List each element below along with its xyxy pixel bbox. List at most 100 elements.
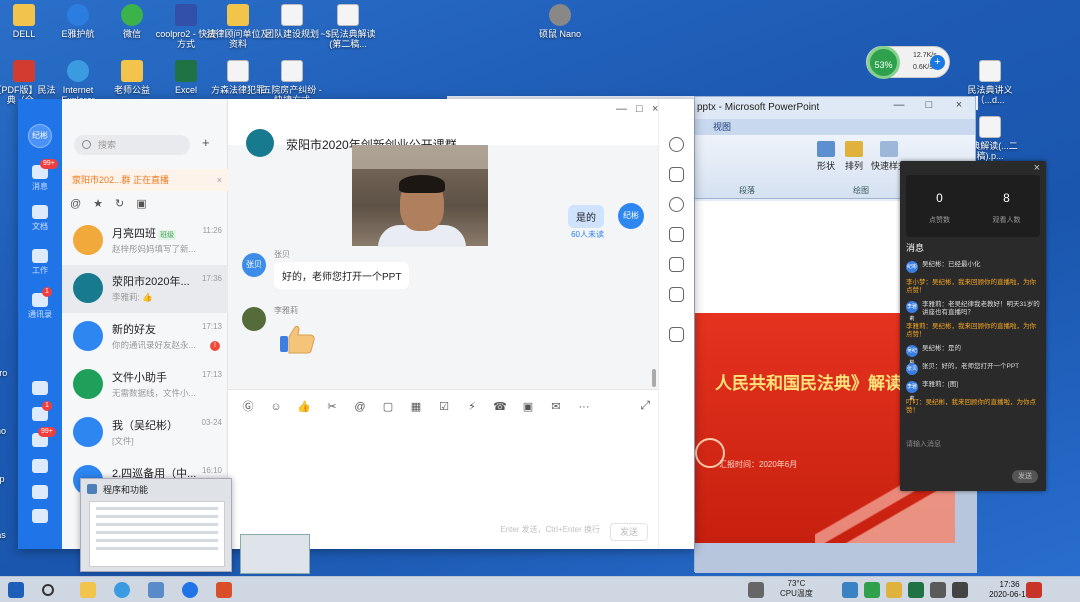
chat-list-item[interactable]: 我（吴纪彬） [文件] 03-24 — [62, 409, 228, 457]
powerpoint-icon[interactable] — [216, 582, 232, 598]
more-icon[interactable]: ··· — [570, 401, 598, 413]
close-button[interactable]: × — [951, 99, 967, 115]
rail-item-contacts[interactable]: 通讯录 — [18, 293, 62, 320]
volume-icon[interactable] — [952, 582, 968, 598]
maximize-button[interactable]: □ — [921, 99, 937, 115]
live-icon[interactable] — [669, 287, 684, 302]
avatar[interactable]: 纪彬 — [28, 124, 52, 148]
live-send-button[interactable]: 发送 — [1012, 470, 1038, 483]
checkbox-icon[interactable]: ☑ — [430, 400, 458, 413]
start-icon[interactable] — [8, 582, 24, 598]
search-icon[interactable] — [42, 584, 54, 596]
chat-time: 17:13 — [201, 370, 222, 379]
phone-icon[interactable]: ☎ — [486, 400, 514, 413]
live-stream-panel[interactable]: × 0 点赞数 8 观看人数 消息 纪彬 吴纪彬：已经最小化 李小梦：吴纪彬，我来回顾你… — [900, 161, 1046, 491]
search-input[interactable]: 搜索 — [74, 135, 190, 155]
accelerate-button[interactable]: + — [930, 55, 945, 70]
history-icon[interactable] — [669, 197, 684, 212]
thumbs-up-icon[interactable] — [278, 324, 316, 354]
refresh-icon[interactable]: ↻ — [115, 198, 124, 210]
live-now-banner[interactable]: 荥阳市202...群 正在直播 × — [62, 169, 228, 191]
dingtalk-icon[interactable] — [182, 582, 198, 598]
desktop-icon-civil-code-draft[interactable]: ~$民法典解读(第二稿... — [316, 4, 380, 49]
incoming-message[interactable]: 好的，老师您打开一个PPT — [274, 262, 410, 289]
outgoing-message[interactable]: 是的 — [568, 205, 604, 228]
live-message-input[interactable]: 请输入消息 — [906, 439, 941, 449]
doc-icon — [979, 116, 1001, 138]
rail-item-docs[interactable]: 文档 — [18, 205, 62, 232]
mail-icon[interactable]: ✉ — [542, 400, 570, 413]
rail-item-messages[interactable]: 消息 — [18, 165, 62, 192]
calendar-icon[interactable]: ▦ — [402, 400, 430, 413]
tab-view[interactable]: 视图 — [713, 122, 731, 132]
chat-time: 11:26 — [202, 226, 222, 235]
send-button[interactable]: 发送 — [610, 523, 648, 541]
emoji-icon[interactable]: ☺ — [262, 401, 290, 413]
message-avatar: 张贝 — [906, 363, 918, 375]
tray-icon[interactable] — [842, 582, 858, 598]
sender-avatar[interactable]: 张贝 — [242, 253, 266, 277]
shapes-button[interactable]: 形状 — [813, 141, 839, 172]
close-icon[interactable]: × — [1034, 162, 1040, 174]
sender-name: 李雅莉 — [274, 306, 298, 315]
more-icon[interactable] — [669, 137, 684, 152]
chat-list-item[interactable]: 新的好友 你的通讯录好友赵永... 17:13! — [62, 313, 228, 361]
live-message: 李雅莉 李雅莉：老吴纪律我老教好！明天31岁的讲座也有直播吗？ — [906, 301, 1042, 322]
chat-list-item[interactable]: 月亮四班 班级 赵梓彤妈妈填写了新... 11:26 — [62, 217, 228, 265]
add-member-icon[interactable] — [669, 167, 684, 182]
ie-icon[interactable] — [114, 582, 130, 598]
tray-icon[interactable] — [886, 582, 902, 598]
chat-list-item[interactable]: 荥阳市2020年... 李雅莉: 👍 17:36 — [62, 265, 228, 313]
at-icon[interactable]: Ⓖ — [234, 398, 262, 414]
sender-avatar[interactable] — [242, 307, 266, 331]
composer[interactable]: Ⓖ ☺ 👍 ✂ @ ▢ ▦ ☑ ⚡ ☎ ▣ ✉ ··· ⤢ Enter 发送，Ctrl+Enter 换行… — [228, 389, 658, 549]
announcement-icon[interactable] — [669, 257, 684, 272]
chat-list-item[interactable]: 文件小助手 无需数据线，文件小... 17:13 — [62, 361, 228, 409]
arrange-button[interactable]: 排列 — [841, 141, 867, 172]
mention-icon[interactable]: @ — [70, 198, 81, 210]
my-avatar[interactable]: 纪彬 — [618, 203, 644, 229]
rail-headset[interactable] — [18, 509, 62, 525]
group-avatar[interactable] — [246, 129, 274, 157]
mention-icon[interactable]: @ — [346, 401, 374, 413]
folder-icon[interactable]: ▢ — [374, 400, 402, 413]
tray-icon[interactable] — [748, 582, 764, 598]
rail-mail[interactable] — [18, 485, 62, 501]
rail-todo[interactable] — [18, 407, 62, 423]
desktop-icon-nano[interactable]: 硕鼠 Nano — [528, 4, 592, 39]
camera-preview[interactable] — [352, 145, 488, 247]
minimize-button[interactable]: — — [616, 103, 627, 115]
rail-apps[interactable] — [18, 381, 62, 397]
apps-icon[interactable] — [669, 327, 684, 342]
like-icon[interactable]: 👍 — [290, 400, 318, 413]
expand-icon[interactable]: ⤢ — [640, 398, 650, 413]
network-speed-widget[interactable]: 53% 12.7K/s 0.6K/s + — [866, 46, 950, 79]
rail-phone[interactable] — [18, 459, 62, 475]
star-icon[interactable]: ★ — [93, 198, 103, 210]
add-button[interactable]: + — [202, 135, 210, 150]
chat-preview: 无需数据线，文件小... — [112, 388, 196, 398]
video-icon[interactable]: ▣ — [514, 400, 542, 413]
tray-icon[interactable] — [908, 582, 924, 598]
minimize-button[interactable]: — — [891, 99, 907, 115]
network-icon[interactable] — [930, 582, 946, 598]
tray-icon[interactable] — [864, 582, 880, 598]
close-icon[interactable]: × — [217, 169, 222, 191]
taskbar-preview-dingtalk[interactable] — [240, 534, 310, 574]
archive-icon[interactable]: ▣ — [136, 198, 146, 210]
files-icon[interactable] — [669, 227, 684, 242]
ding-icon[interactable]: ⚡ — [458, 400, 486, 413]
rail-item-work[interactable]: 工作 — [18, 249, 62, 276]
desktop-icon-team-plan[interactable]: 团队建设规划 — [260, 4, 324, 39]
presenter-hair — [399, 175, 445, 193]
chat-time: 16:10 — [201, 466, 222, 475]
notification-icon[interactable] — [1026, 582, 1042, 598]
maximize-button[interactable]: □ — [636, 103, 643, 115]
clock[interactable]: 17:36 2020-06-18 — [989, 580, 1030, 600]
taskbar-preview[interactable]: 程序和功能 — [80, 478, 232, 572]
scissors-icon[interactable]: ✂ — [318, 400, 346, 413]
file-explorer-icon[interactable] — [80, 582, 96, 598]
control-panel-icon[interactable] — [148, 582, 164, 598]
scrollbar[interactable] — [652, 369, 656, 387]
unread-count[interactable]: 60人未读 — [571, 229, 604, 240]
